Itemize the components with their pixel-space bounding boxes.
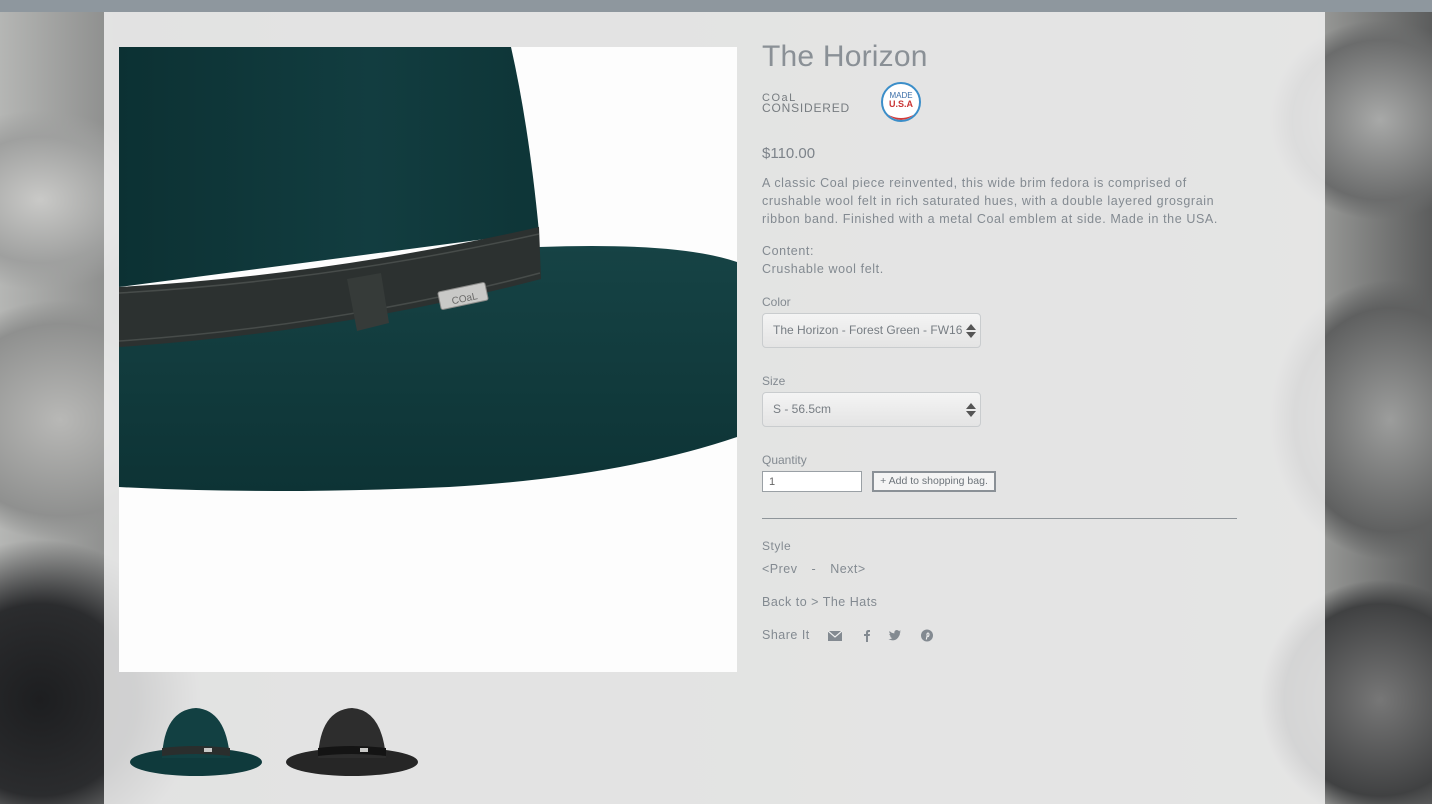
style-label: Style bbox=[762, 539, 792, 553]
divider bbox=[762, 518, 1237, 519]
top-bar bbox=[0, 0, 1432, 12]
share-label: Share It bbox=[762, 628, 810, 642]
select-arrows-icon bbox=[966, 403, 976, 419]
size-select[interactable]: S - 56.5cm bbox=[762, 392, 981, 427]
content-label: Content: bbox=[762, 244, 815, 258]
add-to-bag-button[interactable]: + Add to shopping bag. bbox=[872, 471, 996, 492]
product-title: The Horizon bbox=[762, 40, 928, 73]
product-description: A classic Coal piece reinvented, this wi… bbox=[762, 176, 1218, 226]
style-pagination: <Prev - Next> bbox=[762, 562, 866, 576]
color-select[interactable]: The Horizon - Forest Green - FW16 bbox=[762, 313, 981, 348]
facebook-icon[interactable] bbox=[860, 629, 874, 642]
thumbnail-black[interactable] bbox=[282, 700, 422, 786]
quantity-input[interactable] bbox=[762, 471, 862, 492]
made-in-usa-badge: MADE U.S.A bbox=[881, 82, 921, 122]
next-link[interactable]: Next> bbox=[830, 562, 866, 576]
twitter-icon[interactable] bbox=[888, 629, 902, 642]
product-main-image[interactable]: COaL bbox=[119, 47, 737, 672]
coal-considered-logo: COaL CONSIDERED bbox=[762, 92, 851, 115]
back-to-hats-link[interactable]: Back to > The Hats bbox=[762, 595, 877, 609]
thumbnail-forest-green[interactable] bbox=[126, 700, 266, 786]
prev-link[interactable]: <Prev bbox=[762, 562, 798, 576]
mail-icon[interactable] bbox=[828, 629, 842, 642]
product-price: $110.00 bbox=[762, 145, 816, 162]
select-arrows-icon bbox=[966, 324, 976, 340]
size-label: Size bbox=[762, 374, 786, 388]
size-select-value: S - 56.5cm bbox=[773, 402, 832, 416]
color-select-value: The Horizon - Forest Green - FW16 bbox=[773, 323, 963, 337]
content-value: Crushable wool felt. bbox=[762, 262, 884, 276]
quantity-label: Quantity bbox=[762, 453, 807, 467]
pinterest-icon[interactable] bbox=[920, 629, 934, 642]
pagination-separator: - bbox=[811, 562, 817, 576]
color-label: Color bbox=[762, 295, 791, 309]
